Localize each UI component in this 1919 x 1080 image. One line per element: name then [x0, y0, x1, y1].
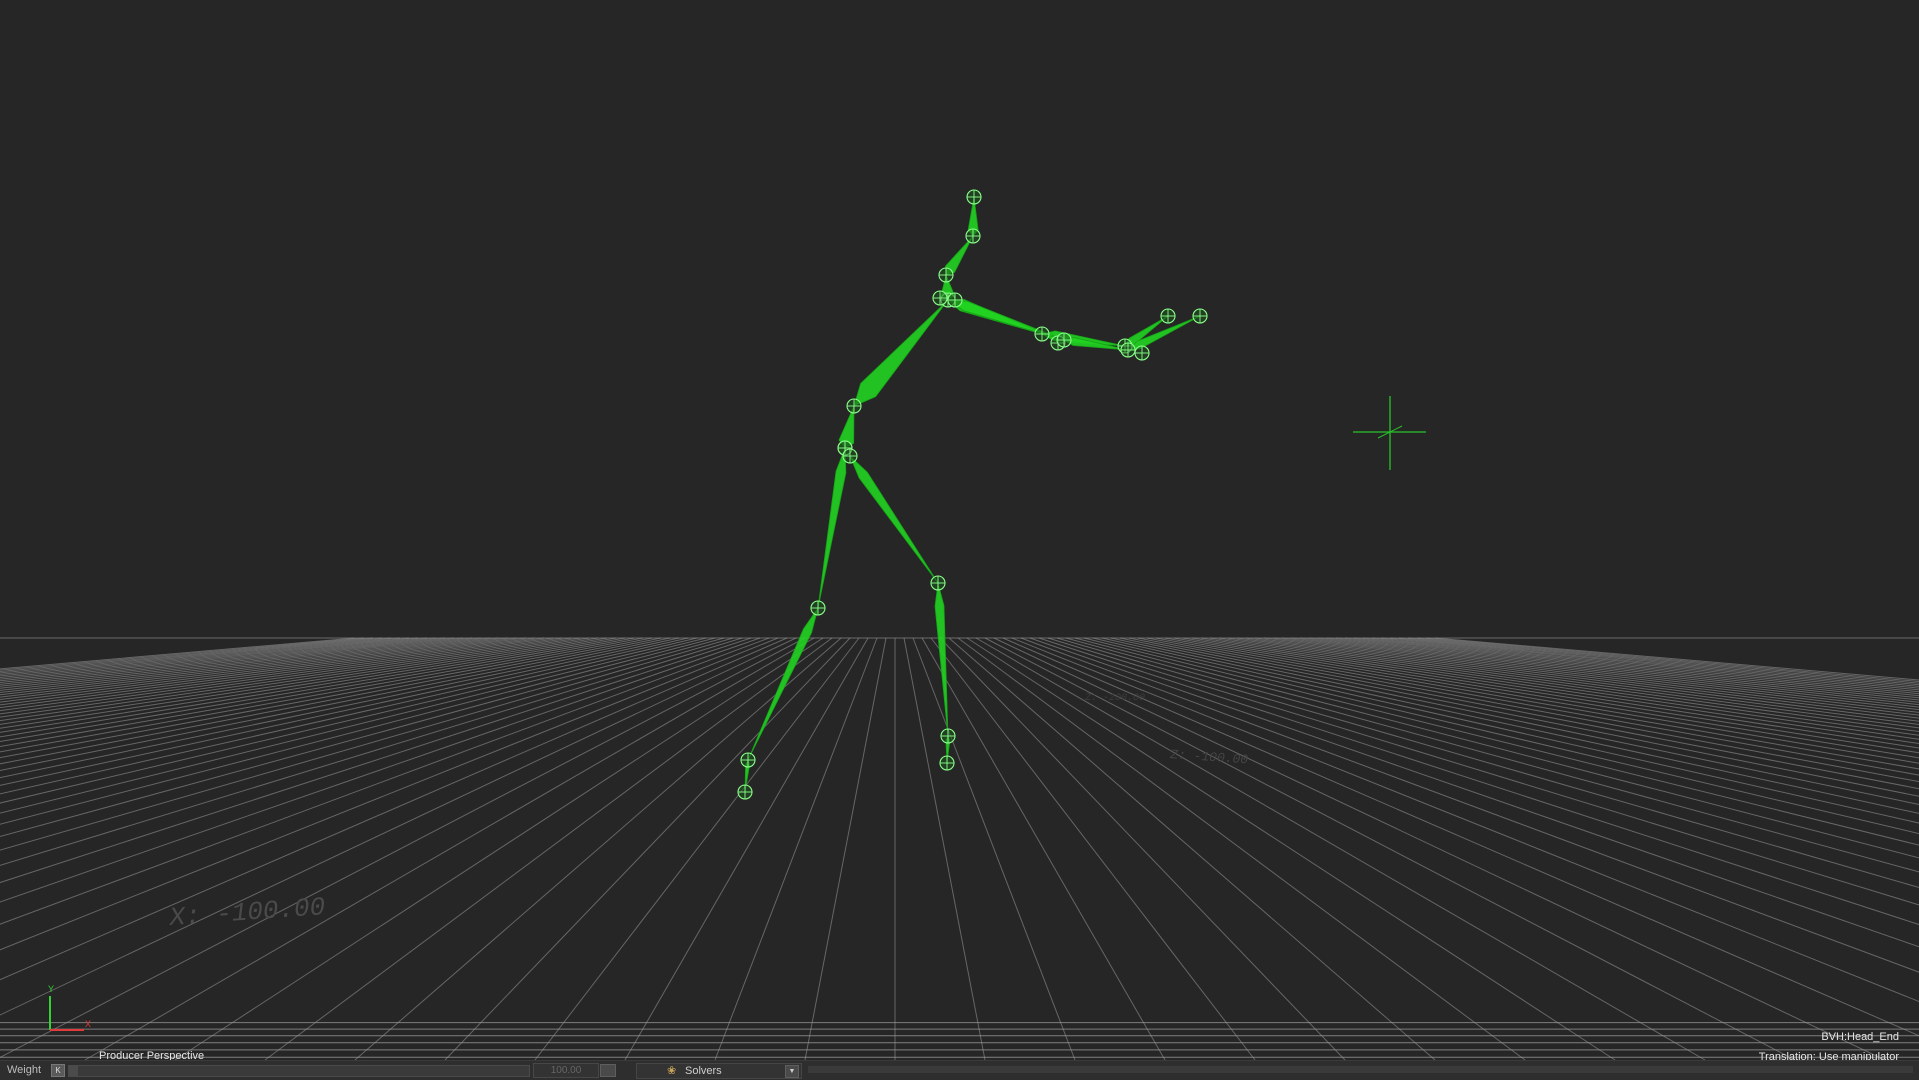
solvers-label: Solvers: [685, 1065, 722, 1077]
skeleton-joint[interactable]: [842, 448, 858, 464]
grid-label-x: X: -100.00: [167, 892, 326, 933]
skeleton-joint[interactable]: [966, 189, 982, 205]
solver-icon: ❀: [667, 1065, 677, 1077]
status-bar: Weight K 100.00 ❀ Solvers ▼: [0, 1060, 1919, 1080]
grid-line: [1119, 637, 1919, 806]
skeleton-joint[interactable]: [737, 784, 753, 800]
grid-line: [1191, 637, 1919, 754]
grid-line: [0, 637, 635, 753]
grid-line: [714, 637, 878, 1061]
weight-spin-button[interactable]: [600, 1064, 616, 1077]
skeleton-joint[interactable]: [930, 575, 946, 591]
skeleton-joint[interactable]: [938, 267, 954, 283]
skeleton-joint[interactable]: [939, 755, 955, 771]
grid-line: [0, 637, 653, 765]
skeleton-joint[interactable]: [947, 292, 963, 308]
grid-line: [1047, 637, 1919, 906]
skeleton-joint[interactable]: [965, 228, 981, 244]
skeleton-joint[interactable]: [740, 752, 756, 768]
grid-line: [1245, 637, 1919, 729]
skeleton-joint[interactable]: [1134, 345, 1150, 361]
3d-viewport[interactable]: X: -100.00 Z: -100.00 Z: -200.00 Y X Pro…: [0, 0, 1919, 1079]
grid-label-z1: Z: -100.00: [1169, 747, 1249, 767]
grid-line: [804, 637, 887, 1061]
grid-line: [1290, 637, 1919, 713]
skeleton-joint[interactable]: [1120, 342, 1136, 358]
skeleton-joint[interactable]: [940, 728, 956, 744]
selection-label: BVH:Head_End: [1821, 1031, 1899, 1043]
grid-line: [966, 637, 1616, 1061]
skeleton-bone[interactable]: [853, 299, 949, 407]
skeleton-bone[interactable]: [817, 447, 847, 609]
grid-line: [912, 637, 1076, 1061]
skeleton-joint[interactable]: [1160, 308, 1176, 324]
weight-value-field[interactable]: 100.00: [533, 1063, 599, 1078]
grid-line: [0, 637, 662, 771]
timeline-track[interactable]: [808, 1066, 1913, 1073]
grid-line: [1200, 637, 1919, 749]
grid-line: [534, 637, 860, 1061]
scene-canvas[interactable]: X: -100.00 Z: -100.00 Z: -200.00 Y X: [0, 0, 1919, 1079]
skeleton-joint[interactable]: [1056, 332, 1072, 348]
grid-line: [0, 637, 788, 981]
axis-y-label: Y: [48, 984, 54, 994]
bvh-skeleton[interactable]: [737, 189, 1208, 800]
weight-key-button[interactable]: K: [51, 1064, 65, 1077]
weight-slider-fill: [69, 1066, 79, 1076]
grid-line: [0, 637, 500, 698]
grid-label-z2: Z: -200.00: [1084, 693, 1145, 704]
skeleton-joint[interactable]: [810, 600, 826, 616]
grid-line: [0, 637, 671, 779]
grid-line: [0, 637, 806, 1058]
grid-line: [0, 637, 716, 825]
grid-line: [1074, 637, 1919, 859]
grid-line: [0, 637, 536, 709]
grid-line: [174, 637, 824, 1061]
grid-line: [0, 637, 374, 673]
chevron-down-icon[interactable]: ▼: [785, 1065, 799, 1078]
floor-grid: [0, 637, 1919, 1061]
grid-line: [0, 637, 725, 838]
manipulator-crosshair-icon[interactable]: [1353, 396, 1426, 470]
grid-line: [444, 637, 851, 1061]
skeleton-joint[interactable]: [1192, 308, 1208, 324]
solvers-dropdown[interactable]: ❀ Solvers ▼: [636, 1063, 802, 1079]
grid-line: [0, 637, 572, 722]
grid-line: [0, 637, 410, 678]
skeleton-bone[interactable]: [849, 455, 939, 584]
grid-line: [1380, 637, 1919, 691]
weight-slider[interactable]: [68, 1065, 530, 1077]
grid-line: [1065, 637, 1919, 873]
weight-label: Weight: [7, 1064, 42, 1076]
skeleton-joint[interactable]: [846, 398, 862, 414]
skeleton-joint[interactable]: [1034, 326, 1050, 342]
grid-line: [1083, 637, 1919, 846]
grid-line: [0, 637, 419, 680]
grid-line: [0, 637, 797, 1016]
axis-x-label: X: [85, 1019, 91, 1029]
skeleton-joint[interactable]: [932, 290, 948, 306]
grid-line: [0, 637, 428, 682]
